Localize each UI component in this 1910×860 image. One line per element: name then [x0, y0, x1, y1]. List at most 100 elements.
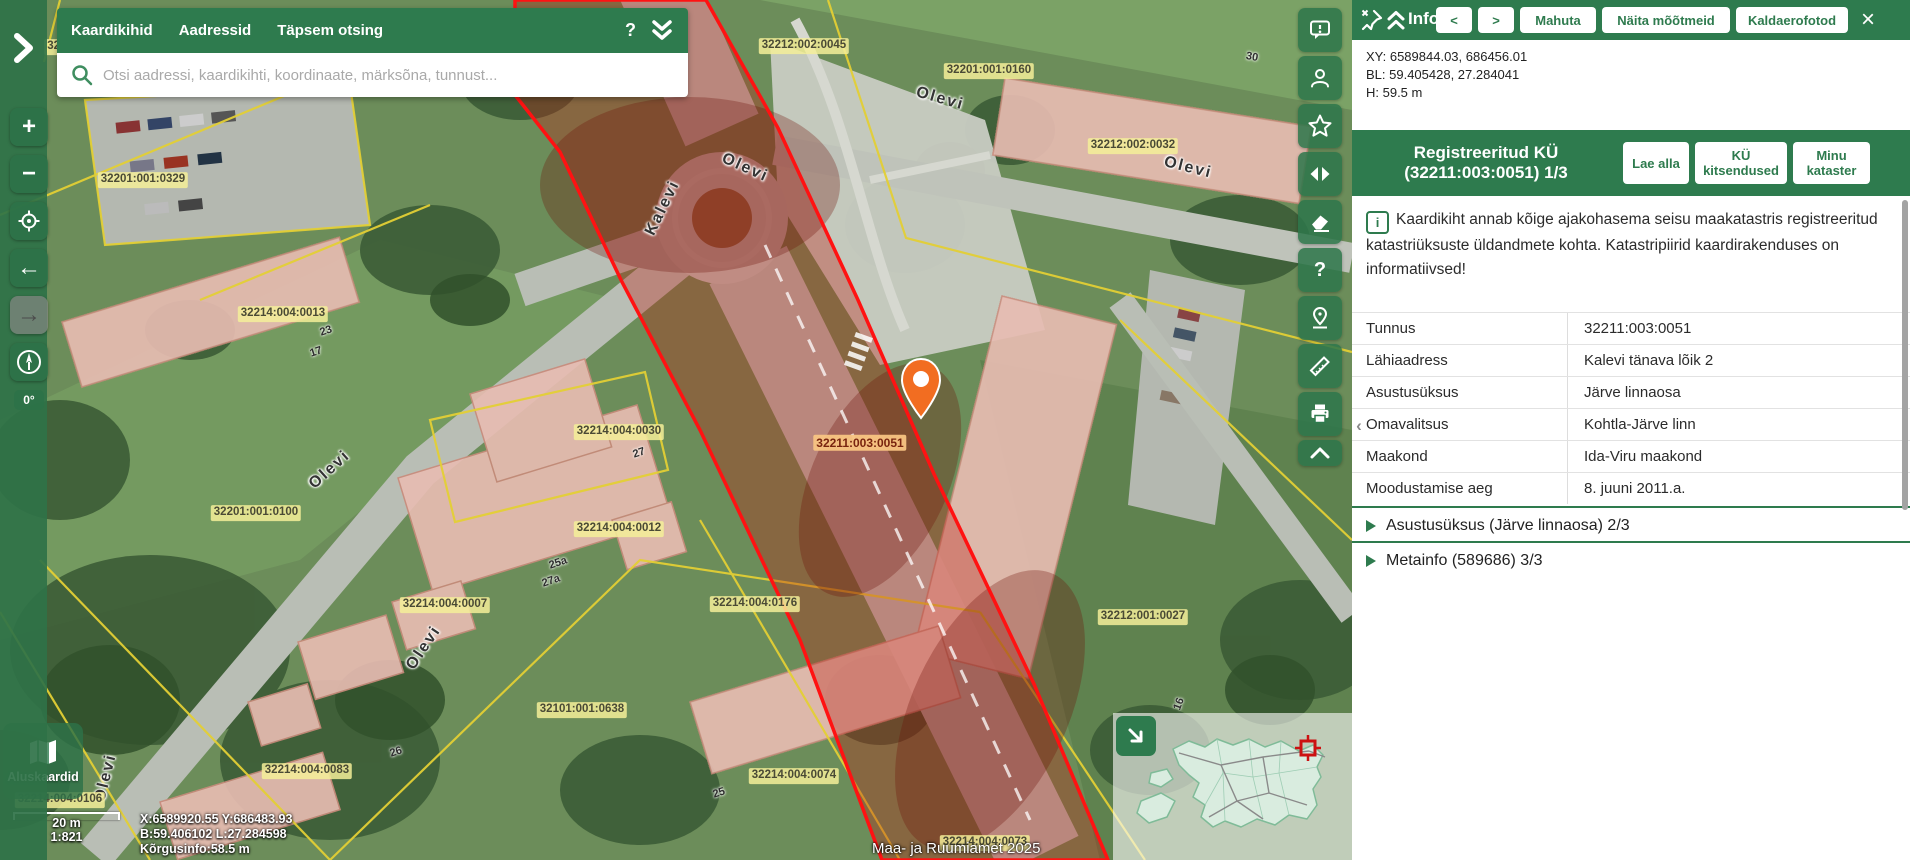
compare-arrows-icon [1308, 162, 1332, 186]
selected-parcel-label: 32211:003:0051 [813, 435, 906, 451]
locate-me-button[interactable] [10, 202, 48, 240]
section-metainfo[interactable]: Metainfo (589686) 3/3 [1352, 541, 1910, 578]
table-row: Tunnus 32211:003:0051 [1352, 313, 1910, 345]
row-label: Lähiaadress [1352, 352, 1567, 369]
swipe-compare-button[interactable] [1298, 152, 1342, 196]
expand-triangle-icon [1366, 520, 1376, 532]
row-value: Kohtla-Järve linn [1567, 409, 1910, 440]
parcel-label: 32201:001:0100 [211, 505, 301, 521]
parcel-label: 32214:004:0074 [749, 768, 839, 784]
ruler-icon [1308, 354, 1332, 378]
search-input[interactable] [101, 66, 678, 85]
compass-button[interactable] [10, 343, 48, 381]
search-panel-tabs: Kaardikihid Aadressid Täpsem otsing ? [57, 8, 688, 53]
parcel-label: 32101:001:0638 [537, 702, 627, 718]
download-button[interactable]: Lae alla [1623, 142, 1689, 184]
chevron-up-icon [1309, 446, 1331, 460]
row-label: Maakond [1352, 448, 1567, 465]
add-marker-button[interactable] [1298, 296, 1342, 340]
coords-bl: B:59.406102 L:27.284598 [140, 827, 292, 842]
row-value: 8. juuni 2011.a. [1567, 473, 1910, 504]
section-title: Registreeritud KÜ (32211:003:0051) 1/3 [1360, 143, 1612, 183]
house-number-label: 30 [1245, 50, 1259, 64]
arrow-down-right-icon [1124, 724, 1148, 748]
history-back-button[interactable]: ← [10, 249, 48, 287]
tab-kaardikihid[interactable]: Kaardikihid [71, 22, 153, 39]
crosshair-locate-icon [17, 209, 41, 233]
table-row: Omavalitsus Kohtla-Järve linn [1352, 409, 1910, 441]
star-icon [1307, 113, 1333, 139]
cadastral-section-header: Registreeritud KÜ (32211:003:0051) 1/3 L… [1352, 130, 1910, 196]
tab-tapsem-otsing[interactable]: Täpsem otsing [277, 22, 383, 39]
row-value: Kalevi tänava lõik 2 [1567, 345, 1910, 376]
pin-panel-icon[interactable] [1360, 8, 1384, 32]
plus-icon: + [22, 113, 36, 141]
row-label: Moodustamise aeg [1352, 480, 1567, 497]
clicked-coordinates: XY: 6589844.03, 686456.01 BL: 59.405428,… [1366, 48, 1527, 102]
location-marker-pin [898, 356, 944, 422]
user-account-button[interactable] [1298, 56, 1342, 100]
parcel-label: 32214:004:0176 [710, 596, 800, 612]
cursor-coordinates: X:6589920.55 Y:686483.93 B:59.406102 L:2… [140, 812, 292, 857]
collapse-toolbar-button[interactable] [1298, 440, 1342, 466]
map-pin-icon [1308, 306, 1332, 330]
compass-icon [16, 349, 42, 375]
row-label: Tunnus [1352, 320, 1567, 337]
arrow-left-icon: ← [17, 254, 41, 282]
tab-aadressid[interactable]: Aadressid [179, 22, 252, 39]
layer-notice: iKaardikiht annab kõige ajakohasema seis… [1366, 208, 1890, 281]
next-result-button[interactable]: > [1478, 7, 1514, 33]
favorites-button[interactable] [1298, 104, 1342, 148]
feedback-button[interactable] [1298, 8, 1342, 52]
double-chevron-up-icon[interactable] [1386, 10, 1406, 32]
help-button[interactable]: ? [1298, 248, 1342, 292]
fit-to-view-button[interactable]: Mahuta [1520, 7, 1596, 33]
rotation-reset-chip[interactable]: 0° [14, 390, 44, 410]
parcel-label: 32212:002:0032 [1088, 138, 1178, 154]
clear-map-button[interactable] [1298, 200, 1342, 244]
row-label: Asustusüksus [1352, 384, 1567, 401]
parcel-label: 32214:004:0083 [262, 763, 352, 779]
row-label: Omavalitsus [1352, 416, 1567, 433]
app-window: 32212:002:004532201:001:016032212:002:00… [0, 0, 1910, 860]
double-chevron-down-icon[interactable] [650, 18, 674, 44]
panel-scrollbar[interactable] [1902, 200, 1908, 510]
table-row: Maakond Ida-Viru maakond [1352, 441, 1910, 473]
chevron-right-icon [10, 30, 36, 66]
expand-sidebar-button[interactable] [10, 30, 36, 71]
table-row: Lähiaadress Kalevi tänava lõik 2 [1352, 345, 1910, 377]
oblique-photos-button[interactable]: Kaldaerofotod [1736, 7, 1848, 33]
zoom-in-button[interactable]: + [10, 108, 48, 146]
collapse-overview-button[interactable] [1116, 716, 1156, 756]
search-panel: Kaardikihid Aadressid Täpsem otsing ? [57, 8, 688, 97]
show-measurements-button[interactable]: Näita mõõtmeid [1602, 7, 1730, 33]
zoom-out-button[interactable]: − [10, 155, 48, 193]
coord-bl: BL: 59.405428, 27.284041 [1366, 66, 1527, 84]
overview-map[interactable] [1113, 713, 1352, 860]
arrow-right-icon: → [17, 301, 41, 329]
my-cadastre-button[interactable]: Minu kataster [1793, 142, 1870, 184]
section-asustusyksus[interactable]: Asustusüksus (Järve linnaosa) 2/3 [1352, 506, 1910, 543]
prev-result-button[interactable]: < [1436, 7, 1472, 33]
printer-icon [1308, 402, 1332, 426]
parcel-label: 32212:002:0045 [759, 38, 849, 54]
search-bar [57, 53, 688, 97]
close-panel-button[interactable]: × [1852, 4, 1884, 36]
measure-button[interactable] [1298, 344, 1342, 388]
feedback-bubble-icon [1308, 18, 1332, 42]
cadastral-attributes-table: Tunnus 32211:003:0051 Lähiaadress Kalevi… [1352, 312, 1910, 504]
parcel-label: 32214:004:0013 [238, 306, 328, 322]
info-panel-header: Info < > Mahuta Näita mõõtmeid Kaldaerof… [1352, 0, 1910, 40]
print-button[interactable] [1298, 392, 1342, 436]
search-icon [71, 64, 93, 86]
history-forward-button[interactable]: → [10, 296, 48, 334]
collapse-panel-handle[interactable]: ‹ [1352, 412, 1366, 440]
row-value: Järve linnaosa [1567, 377, 1910, 408]
user-icon [1308, 66, 1332, 90]
notice-text: Kaardikiht annab kõige ajakohasema seisu… [1366, 211, 1878, 278]
help-icon[interactable]: ? [625, 20, 636, 41]
table-row: Asustusüksus Järve linnaosa [1352, 377, 1910, 409]
restrictions-button[interactable]: KÜ kitsendused [1695, 142, 1787, 184]
parcel-label: 32214:004:0030 [574, 424, 664, 440]
row-value: 32211:003:0051 [1567, 313, 1910, 344]
